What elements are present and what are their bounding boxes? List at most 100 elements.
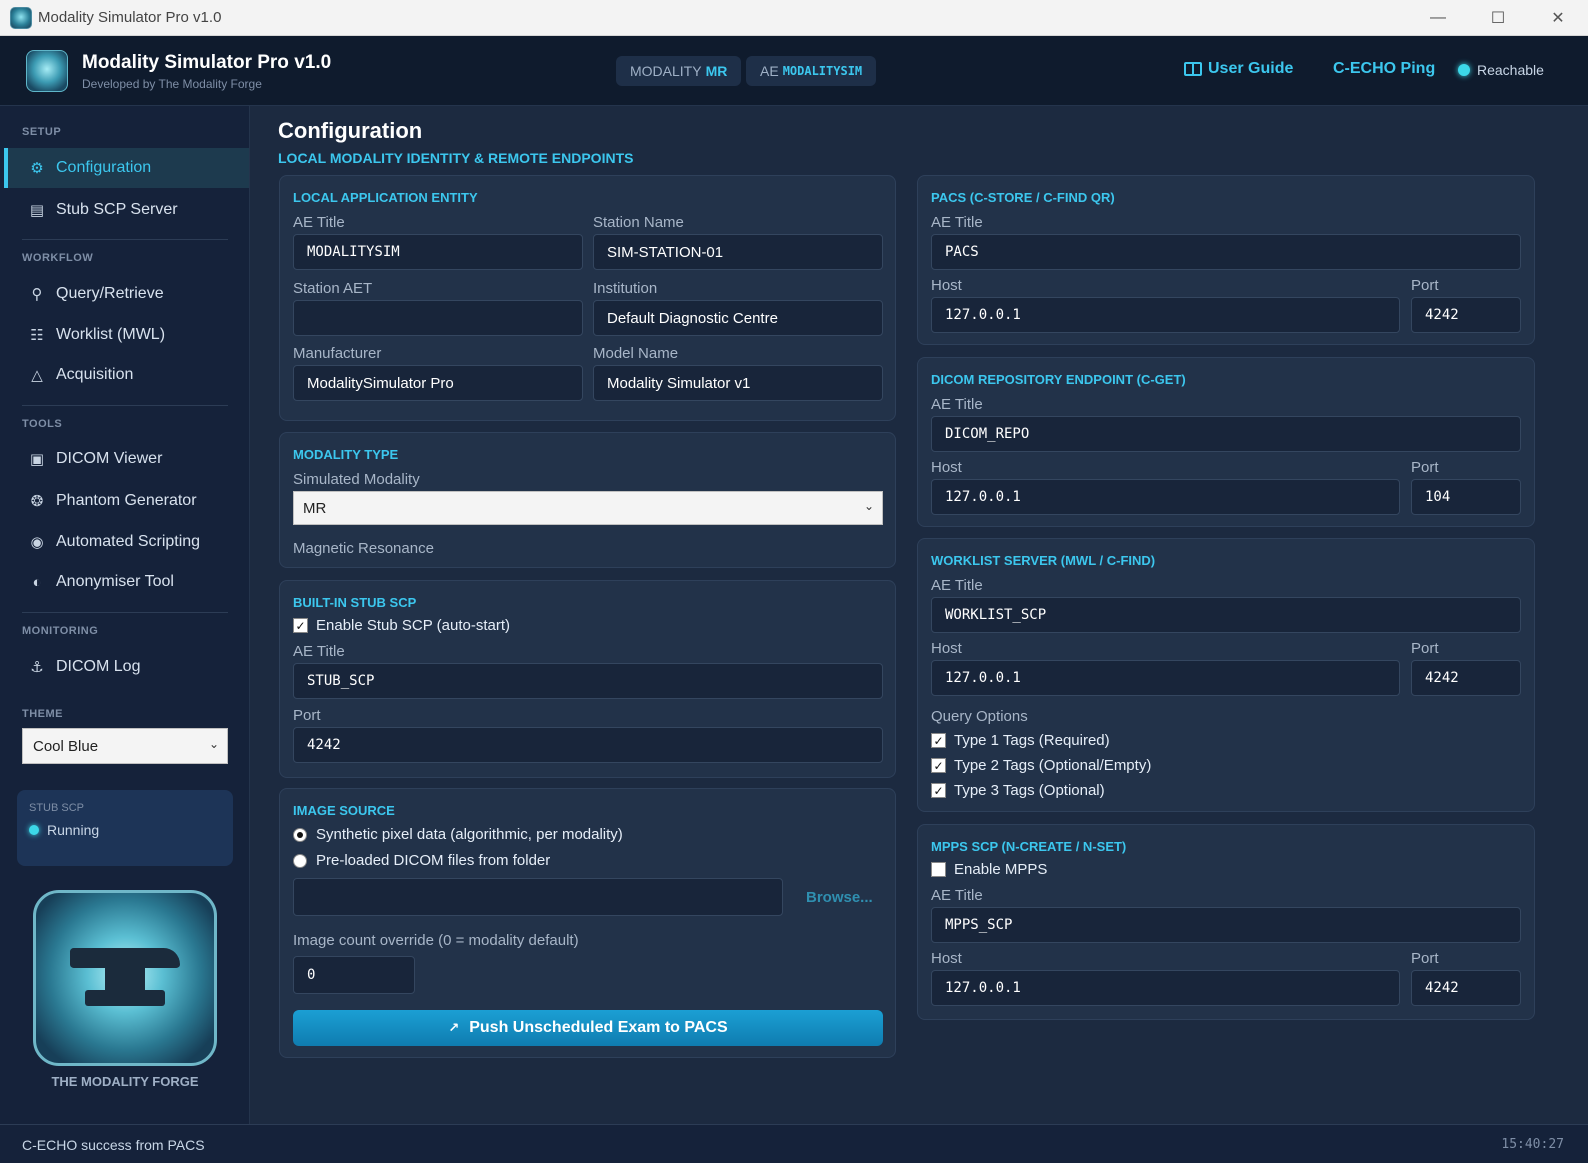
page-subtitle: LOCAL MODALITY IDENTITY & REMOTE ENDPOIN… — [278, 150, 634, 166]
repo-host-input[interactable]: 127.0.0.1 — [931, 479, 1400, 515]
sidebar-item-dicom-viewer[interactable]: ▣ DICOM Viewer — [4, 439, 249, 479]
checkbox-label: Enable Stub SCP (auto-start) — [316, 617, 510, 634]
card-title: PACS (C-STORE / C-FIND QR) — [931, 190, 1115, 205]
robot-icon: ◉ — [30, 534, 44, 551]
manufacturer-input[interactable]: ModalitySimulator Pro — [293, 365, 583, 401]
repo-ae-title-input[interactable]: DICOM_REPO — [931, 416, 1521, 452]
modality-select-value: MR — [303, 499, 327, 517]
worklist-ae-title-input[interactable]: WORKLIST_SCP — [931, 597, 1521, 633]
field-label: AE Title — [931, 396, 983, 413]
app-icon — [10, 6, 32, 29]
theme-select[interactable]: Cool Blue ⌄ — [22, 728, 228, 764]
type2-tags-checkbox[interactable]: ✓ Type 2 Tags (Optional/Empty) — [931, 757, 1151, 774]
card-title: WORKLIST SERVER (MWL / C-FIND) — [931, 553, 1156, 568]
stub-scp-status-text: Running — [47, 822, 100, 838]
institution-input[interactable]: Default Diagnostic Centre — [593, 300, 883, 336]
sidebar-item-anonymiser-tool[interactable]: ◐ Anonymiser Tool — [4, 562, 249, 602]
field-label: AE Title — [293, 214, 345, 231]
sidebar-item-configuration[interactable]: ⚙ Configuration — [4, 148, 249, 188]
sidebar-item-label: Acquisition — [56, 366, 134, 383]
status-message: C-ECHO success from PACS — [22, 1137, 205, 1153]
push-button-label: Push Unscheduled Exam to PACS — [469, 1019, 728, 1036]
section-label-setup: SETUP — [22, 126, 62, 138]
stub-port-input[interactable]: 4242 — [293, 727, 883, 763]
close-icon[interactable]: ✕ — [1528, 0, 1588, 36]
field-label: AE Title — [931, 577, 983, 594]
field-label: Port — [1411, 459, 1439, 476]
checkbox-unchecked-icon — [931, 862, 946, 877]
sidebar-item-automated-scripting[interactable]: ◉ Automated Scripting — [4, 522, 249, 562]
preloaded-folder-radio[interactable]: Pre-loaded DICOM files from folder — [293, 852, 550, 869]
modality-description: Magnetic Resonance — [293, 540, 434, 557]
local-ae-title-input[interactable]: MODALITYSIM — [293, 234, 583, 270]
chevron-down-icon: ⌄ — [863, 499, 874, 513]
field-label: Model Name — [593, 345, 679, 362]
enable-mpps-checkbox[interactable]: Enable MPPS — [931, 861, 1047, 878]
clipboard-icon: ☷ — [30, 327, 44, 344]
maximize-icon[interactable]: ☐ — [1468, 0, 1528, 36]
modality-badge-value: MR — [705, 63, 728, 79]
pacs-ae-title-input[interactable]: PACS — [931, 234, 1521, 270]
sidebar-item-label: Anonymiser Tool — [56, 573, 174, 590]
field-label: Image count override (0 = modality defau… — [293, 932, 579, 949]
mpps-host-input[interactable]: 127.0.0.1 — [931, 970, 1400, 1006]
sidebar-item-stub-scp-server[interactable]: ▤ Stub SCP Server — [4, 190, 249, 230]
sidebar-item-dicom-log[interactable]: ⚓ DICOM Log — [4, 647, 249, 687]
repo-port-input[interactable]: 104 — [1411, 479, 1521, 515]
station-aet-input[interactable] — [293, 300, 583, 336]
type3-tags-checkbox[interactable]: ✓ Type 3 Tags (Optional) — [931, 782, 1105, 799]
echo-ping-label: C-ECHO Ping — [1333, 60, 1436, 77]
worklist-host-input[interactable]: 127.0.0.1 — [931, 660, 1400, 696]
radio-unselected-icon — [293, 853, 307, 868]
sidebar-divider — [22, 405, 228, 406]
sidebar-item-acquisition[interactable]: △ Acquisition — [4, 355, 249, 395]
card-title: MPPS SCP (N-CREATE / N-SET) — [931, 839, 1127, 854]
enable-stub-scp-checkbox[interactable]: ✓ Enable Stub SCP (auto-start) — [293, 617, 510, 634]
checkbox-checked-icon: ✓ — [293, 618, 308, 633]
echo-ping-button[interactable]: C-ECHO Ping — [1333, 60, 1435, 78]
image-count-input[interactable]: 0 — [293, 956, 415, 994]
stub-ae-title-input[interactable]: STUB_SCP — [293, 663, 883, 699]
browse-button[interactable]: Browse... — [806, 889, 873, 906]
sidebar-item-label: Worklist (MWL) — [56, 326, 166, 343]
forge-logo-icon — [33, 890, 217, 1066]
field-label: Station Name — [593, 214, 684, 231]
user-guide-link[interactable]: User Guide — [1184, 60, 1293, 78]
station-name-input[interactable]: SIM-STATION-01 — [593, 234, 883, 270]
worklist-port-input[interactable]: 4242 — [1411, 660, 1521, 696]
folder-path-input[interactable] — [293, 878, 783, 916]
push-unscheduled-exam-button[interactable]: ↗ Push Unscheduled Exam to PACS — [293, 1010, 883, 1046]
sidebar-item-query-retrieve[interactable]: ⚲ Query/Retrieve — [4, 274, 249, 314]
checkbox-checked-icon: ✓ — [931, 733, 946, 748]
shield-icon: ◐ — [32, 573, 42, 591]
sidebar-item-phantom-generator[interactable]: ❂ Phantom Generator — [4, 481, 249, 521]
field-label: Host — [931, 640, 962, 657]
worklist-card: WORKLIST SERVER (MWL / C-FIND) AE Title … — [917, 538, 1535, 812]
stub-scp-status-card: STUB SCP Running — [17, 790, 233, 866]
field-label: AE Title — [931, 214, 983, 231]
sidebar-item-worklist[interactable]: ☷ Worklist (MWL) — [4, 315, 249, 355]
ae-badge-label: AE — [760, 63, 779, 79]
mpps-port-input[interactable]: 4242 — [1411, 970, 1521, 1006]
radio-label: Pre-loaded DICOM files from folder — [316, 852, 551, 869]
checkbox-label: Type 3 Tags (Optional) — [954, 782, 1105, 799]
model-name-input[interactable]: Modality Simulator v1 — [593, 365, 883, 401]
ae-badge-value: MODALITYSIM — [782, 64, 863, 78]
ae-badge: AE MODALITYSIM — [746, 56, 877, 86]
mpps-card: MPPS SCP (N-CREATE / N-SET) Enable MPPS … — [917, 824, 1535, 1020]
minimize-icon[interactable]: — — [1408, 0, 1468, 36]
window-title: Modality Simulator Pro v1.0 — [38, 9, 222, 26]
modality-select[interactable]: MR ⌄ — [293, 491, 883, 525]
pacs-port-input[interactable]: 4242 — [1411, 297, 1521, 333]
palette-icon: ❂ — [30, 493, 44, 510]
type1-tags-checkbox[interactable]: ✓ Type 1 Tags (Required) — [931, 732, 1110, 749]
mpps-ae-title-input[interactable]: MPPS_SCP — [931, 907, 1521, 943]
stub-scp-status: Running — [29, 822, 99, 838]
field-label: Port — [1411, 950, 1439, 967]
synthetic-pixel-radio[interactable]: Synthetic pixel data (algorithmic, per m… — [293, 826, 623, 843]
sidebar-divider — [22, 239, 228, 240]
radio-selected-icon — [293, 827, 307, 842]
pacs-host-input[interactable]: 127.0.0.1 — [931, 297, 1400, 333]
app-name: Modality Simulator Pro v1.0 — [82, 52, 332, 73]
card-title: MODALITY TYPE — [293, 447, 399, 462]
